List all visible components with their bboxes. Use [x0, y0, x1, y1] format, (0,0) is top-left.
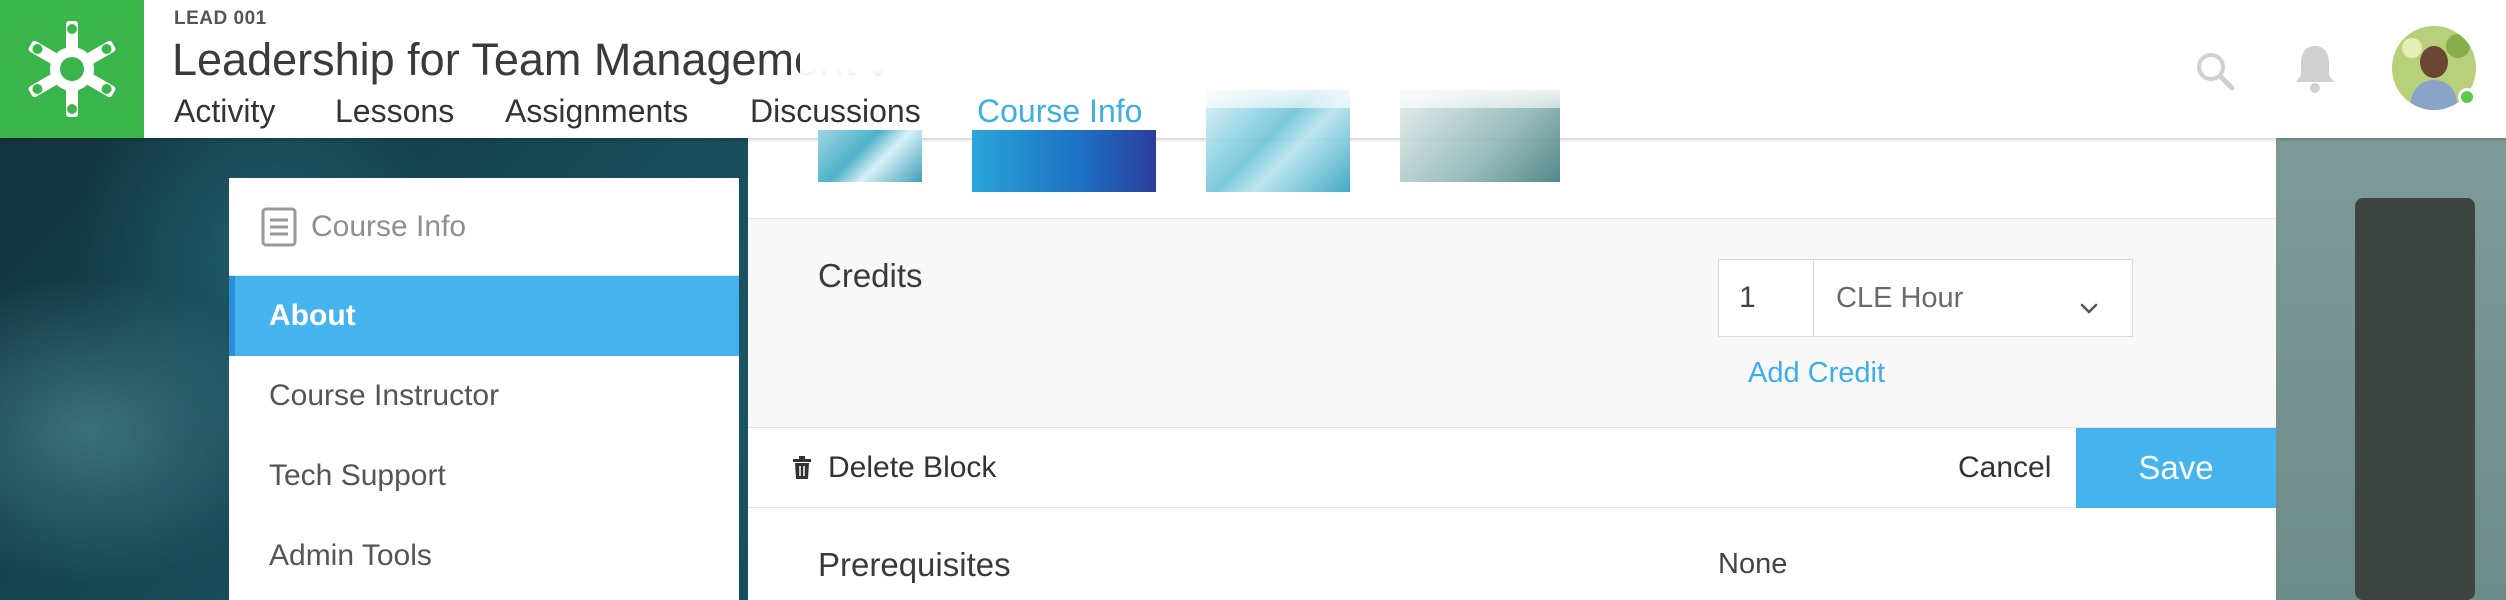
side-panel-card	[2355, 198, 2475, 600]
credit-unit-value: CLE Hour	[1836, 281, 1964, 314]
search-icon[interactable]	[2194, 50, 2236, 97]
save-button[interactable]: Save	[2076, 428, 2276, 508]
sidebar-item-tech-support[interactable]: Tech Support	[229, 436, 739, 516]
course-code: LEAD 001	[174, 8, 267, 29]
thumbnail-image[interactable]	[972, 130, 1156, 192]
sidebar-item-about[interactable]: About	[229, 276, 739, 356]
trash-icon	[792, 456, 812, 480]
tab-lessons[interactable]: Lessons	[335, 88, 505, 134]
credits-edit-block: Credits 1 CLE Hour Add Credit	[748, 218, 2276, 428]
avatar[interactable]	[2392, 26, 2476, 110]
chevron-down-icon	[2080, 290, 2098, 323]
course-title-dropdown[interactable]: Leadership for Team Management	[172, 30, 891, 90]
credit-unit-select[interactable]: CLE Hour	[1813, 259, 2133, 337]
sidebar-header: Course Info	[229, 178, 739, 276]
main-content-panel: Credits 1 CLE Hour Add Credit Delete Blo…	[748, 138, 2276, 600]
tab-activity[interactable]: Activity	[174, 88, 335, 134]
document-icon	[261, 207, 297, 247]
sidebar-item-course-instructor[interactable]: Course Instructor	[229, 356, 739, 436]
credits-label: Credits	[818, 257, 923, 294]
tab-course-info[interactable]: Course Info	[977, 88, 1142, 134]
online-status-dot	[2458, 88, 2476, 106]
top-header: LEAD 001 Leadership for Team Management …	[0, 0, 2506, 192]
credit-quantity-input[interactable]: 1	[1718, 259, 1814, 337]
thumbnail-image[interactable]	[818, 130, 922, 182]
sidebar-item-admin-tools[interactable]: Admin Tools	[229, 516, 739, 596]
tab-assignments[interactable]: Assignments	[505, 88, 750, 134]
tab-discussions[interactable]: Discussions	[750, 88, 977, 134]
course-nav-tabs: Activity Lessons Assignments Discussions…	[174, 88, 1142, 134]
delete-block-button[interactable]: Delete Block	[792, 428, 996, 508]
sidebar-title: Course Info	[311, 209, 467, 243]
delete-block-label: Delete Block	[828, 451, 997, 484]
block-actions-bar: Delete Block Cancel Save	[748, 428, 2276, 508]
prerequisites-value: None	[1718, 548, 1788, 580]
prerequisites-label: Prerequisites	[818, 546, 1011, 583]
bell-icon[interactable]	[2292, 42, 2338, 99]
cancel-button[interactable]: Cancel	[1958, 428, 2051, 508]
logo-icon[interactable]	[0, 0, 144, 138]
course-title: Leadership for Team Management	[172, 34, 857, 85]
add-credit-link[interactable]: Add Credit	[1748, 357, 1885, 390]
course-info-sidebar: Course Info About Course Instructor Tech…	[229, 178, 739, 600]
